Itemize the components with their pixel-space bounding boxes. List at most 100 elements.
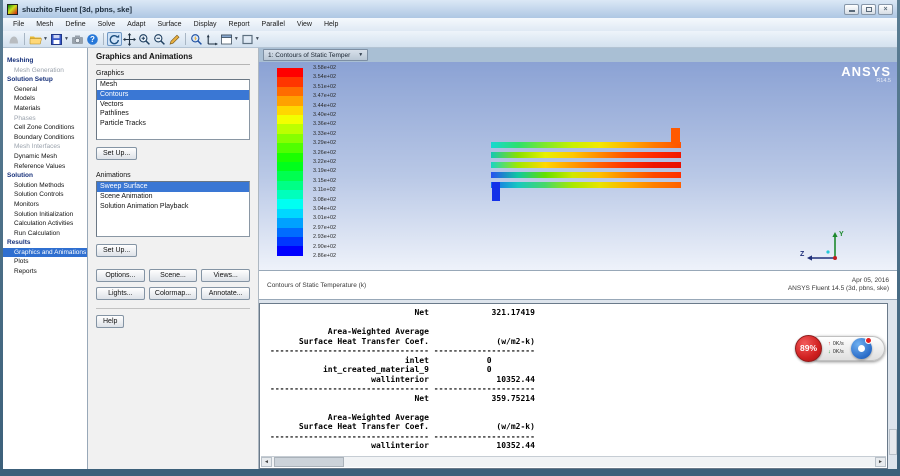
tree-item-reference-values[interactable]: Reference Values	[3, 162, 87, 172]
graphics-item-particle-tracks[interactable]: Particle Tracks	[97, 119, 249, 129]
scrollbar-thumb[interactable]	[274, 457, 344, 467]
graphics-set-up-button[interactable]: Set Up...	[96, 147, 138, 160]
graphics-item-mesh[interactable]: Mesh	[97, 80, 249, 90]
tree-item-mesh-generation[interactable]: Mesh Generation	[3, 66, 87, 76]
save-file-icon[interactable]	[49, 32, 64, 46]
animations-item-scene-animation[interactable]: Scene Animation	[97, 192, 249, 202]
tree-item-plots[interactable]: Plots	[3, 257, 87, 267]
minimize-button[interactable]	[844, 3, 859, 15]
tree-item-solution-initialization[interactable]: Solution Initialization	[3, 210, 87, 220]
maximize-button[interactable]	[861, 3, 876, 15]
tree-item-boundary-conditions[interactable]: Boundary Conditions	[3, 133, 87, 143]
options-button-row: Options... Scene... Views...	[96, 269, 251, 282]
colorbar-label: 3.01e+02	[313, 215, 337, 222]
graphics-listbox[interactable]: Mesh Contours Vectors Pathlines Particle Tra…	[96, 79, 250, 140]
tree-item-cell-zone-conditions[interactable]: Cell Zone Conditions	[3, 123, 87, 133]
contour-row	[491, 162, 681, 168]
tree-item-graphics-and-animations[interactable]: Graphics and Animations	[3, 247, 87, 258]
layout-icon[interactable]	[240, 32, 255, 46]
tree-item-models[interactable]: Models	[3, 94, 87, 104]
probe-icon[interactable]	[167, 32, 182, 46]
menu-define[interactable]: Define	[59, 20, 91, 29]
console-horizontal-scrollbar[interactable]: ◄ ►	[261, 456, 886, 467]
scroll-right-icon[interactable]: ►	[875, 457, 886, 467]
panel-separator	[96, 308, 250, 309]
tree-item-general[interactable]: General	[3, 85, 87, 95]
tree-item-solution-controls[interactable]: Solution Controls	[3, 190, 87, 200]
panel-manager-icon-dropdown[interactable]: ▼	[234, 36, 239, 42]
zoom-out-icon[interactable]	[152, 32, 167, 46]
views-button[interactable]: Views...	[201, 269, 251, 282]
view-selector-dropdown[interactable]: 1: Contours of Static Temper ▼	[263, 49, 369, 61]
tree-item-mesh-interfaces[interactable]: Mesh Interfaces	[3, 142, 87, 152]
outlet-stub	[671, 128, 680, 144]
menu-adapt[interactable]: Adapt	[121, 20, 151, 29]
notification-badge	[864, 336, 872, 344]
animations-item-sweep-surface[interactable]: Sweep Surface	[97, 182, 249, 192]
memory-percent: 89%	[799, 343, 817, 353]
notification-ball[interactable]	[850, 336, 872, 359]
pan-icon[interactable]	[122, 32, 137, 46]
lights-button[interactable]: Lights...	[96, 287, 145, 300]
tree-item-solution-methods[interactable]: Solution Methods	[3, 181, 87, 191]
menu-mesh[interactable]: Mesh	[30, 20, 59, 29]
menu-file[interactable]: File	[7, 20, 30, 29]
resize-grip[interactable]	[889, 429, 897, 455]
tree-item-calculation-activities[interactable]: Calculation Activities	[3, 219, 87, 229]
help-button[interactable]: Help	[96, 315, 125, 328]
colormap-button[interactable]: Colormap...	[148, 287, 198, 300]
console-area: Net 321.17419 Area-Weighted Average Surf…	[259, 300, 897, 469]
graphics-item-pathlines[interactable]: Pathlines	[97, 109, 249, 119]
menu-parallel[interactable]: Parallel	[256, 20, 291, 29]
scroll-left-icon[interactable]: ◄	[261, 457, 272, 467]
task-page-panel: Graphics and Animations Graphics Mesh Con…	[88, 48, 259, 469]
colorbar-band	[277, 237, 303, 247]
menu-solve[interactable]: Solve	[92, 20, 122, 29]
graphics-item-contours[interactable]: Contours	[97, 89, 249, 100]
panel-manager-icon[interactable]	[219, 32, 234, 46]
console-window[interactable]: Net 321.17419 Area-Weighted Average Surf…	[259, 303, 888, 469]
graphics-item-vectors[interactable]: Vectors	[97, 100, 249, 110]
tree-item-reports[interactable]: Reports	[3, 267, 87, 277]
graphics-list-label: Graphics	[96, 70, 125, 77]
zoom-in-icon[interactable]	[137, 32, 152, 46]
screenshot-icon[interactable]	[70, 32, 85, 46]
help-icon[interactable]: ?	[85, 32, 100, 46]
animations-listbox[interactable]: Sweep Surface Scene Animation Solution Ani…	[96, 181, 250, 237]
open-file-icon[interactable]	[28, 32, 43, 46]
options-button[interactable]: Options...	[96, 269, 145, 282]
memory-usage-ball[interactable]: 89%	[795, 334, 822, 362]
animations-item-solution-animation-playback[interactable]: Solution Animation Playback	[97, 202, 249, 212]
axes-icon[interactable]	[204, 32, 219, 46]
colorbar-label: 3.29e+02	[313, 140, 337, 147]
rotate-view-icon[interactable]	[106, 32, 122, 46]
menu-view[interactable]: View	[291, 20, 318, 29]
colorbar-label: 3.51e+02	[313, 83, 337, 90]
floating-monitor-widget[interactable]: 89% 0K/s 0K/s	[795, 334, 885, 362]
menu-display[interactable]: Display	[188, 20, 223, 29]
menu-surface[interactable]: Surface	[151, 20, 187, 29]
graphics-viewport[interactable]: 3.58e+02 3.54e+02 3.51e+02 3.47e+02 3.44e+02…	[259, 62, 897, 270]
tree-item-dynamic-mesh[interactable]: Dynamic Mesh	[3, 152, 87, 162]
animations-set-up-button[interactable]: Set Up...	[96, 244, 138, 257]
tree-item-run-calculation[interactable]: Run Calculation	[3, 229, 87, 239]
scene-button[interactable]: Scene...	[148, 269, 198, 282]
menu-report[interactable]: Report	[223, 20, 256, 29]
tree-item-materials[interactable]: Materials	[3, 104, 87, 114]
open-file-icon-dropdown[interactable]: ▼	[43, 36, 48, 42]
graphics-window-bar: 1: Contours of Static Temper ▼	[259, 48, 897, 62]
layout-icon-dropdown[interactable]: ▼	[255, 36, 260, 42]
menu-help[interactable]: Help	[318, 20, 344, 29]
scrollbar-track[interactable]	[272, 457, 875, 467]
close-button[interactable]: ×	[878, 3, 893, 15]
zoom-window-icon[interactable]	[189, 32, 204, 46]
save-file-icon-dropdown[interactable]: ▼	[64, 36, 69, 42]
colorbar-label: 3.19e+02	[313, 168, 337, 175]
annotate-button[interactable]: Annotate...	[201, 287, 251, 300]
colorbar-band	[277, 114, 303, 125]
notification-core-icon	[857, 344, 865, 352]
tree-item-phases[interactable]: Phases	[3, 114, 87, 124]
svg-text:Y: Y	[839, 231, 844, 238]
ansys-logo: ANSYS R14.5	[841, 64, 891, 84]
tree-item-monitors[interactable]: Monitors	[3, 200, 87, 210]
